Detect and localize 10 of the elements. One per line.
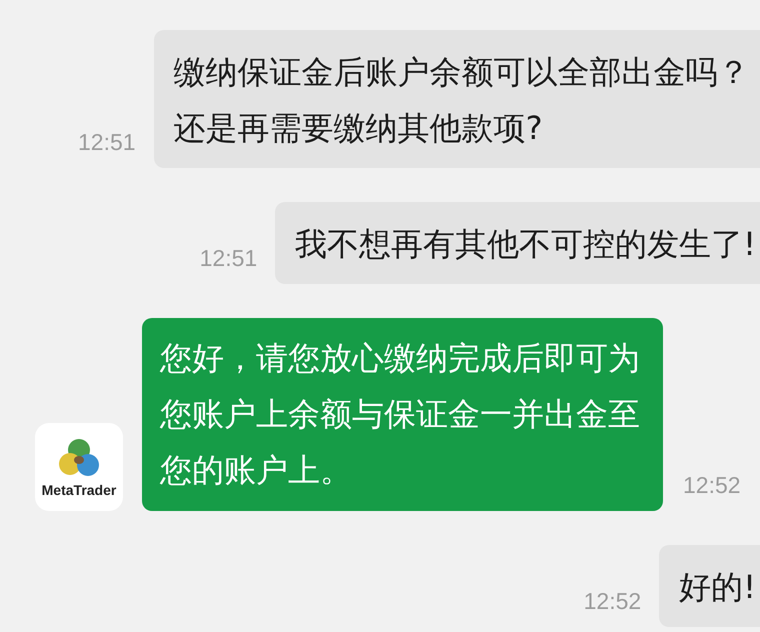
avatar[interactable]: MetaTrader [35,423,123,511]
message-bubble: 我不想再有其他不可控的发生了! [275,202,760,284]
message-time: 12:51 [200,245,258,273]
message-time: 12:51 [78,129,136,157]
message-time: 12:52 [683,472,741,500]
avatar-label: MetaTrader [42,482,116,498]
message-bubble: 您好，请您放心缴纳完成后即可为您账户上余额与保证金一并出金至您的账户上。 [142,318,663,511]
message-time: 12:52 [584,588,642,616]
message-bubble: 好的! [659,545,760,627]
message-bubble: 缴纳保证金后账户余额可以全部出金吗？还是再需要缴纳其他款项? [154,30,760,168]
